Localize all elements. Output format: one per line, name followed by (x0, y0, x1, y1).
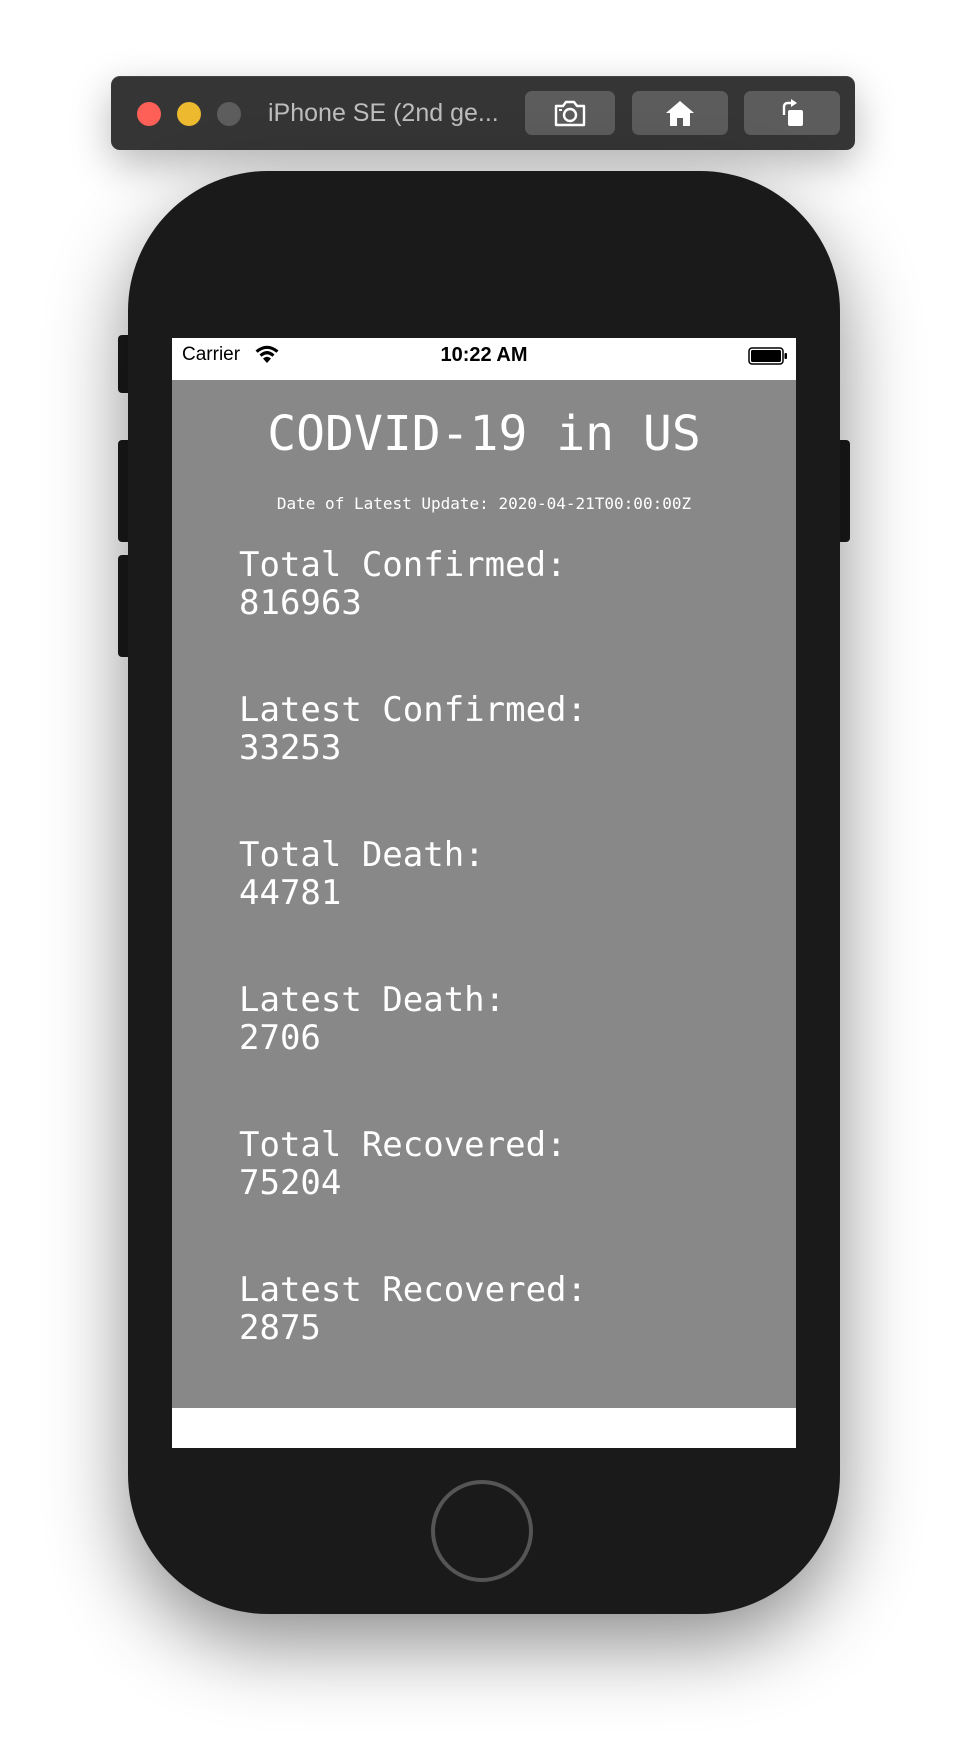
stat-total-recovered: Total Recovered: 75204 (239, 1126, 567, 1202)
stat-value: 75204 (239, 1163, 342, 1203)
stat-value: 33253 (239, 728, 342, 768)
screenshot-button[interactable] (525, 91, 615, 135)
home-icon (666, 101, 694, 126)
minimize-window-button[interactable] (177, 102, 201, 126)
stat-value: 2706 (239, 1018, 321, 1058)
status-time: 10:22 AM (440, 344, 528, 366)
stats-view: CODVID-19 in US Date of Latest Update: 2… (172, 380, 796, 1408)
stat-value: 44781 (239, 873, 342, 913)
stat-label: Latest Recovered: (239, 1270, 587, 1310)
stat-total-death: Total Death: 44781 (239, 836, 485, 912)
stat-latest-confirmed: Latest Confirmed: 33253 (239, 691, 587, 767)
latest-update-date: Date of Latest Update: 2020-04-21T00:00:… (276, 494, 692, 513)
zoom-window-button[interactable] (217, 102, 241, 126)
rotate-icon (782, 99, 803, 126)
battery-icon (748, 347, 787, 365)
home-button[interactable] (632, 91, 728, 135)
device-title: iPhone SE (2nd ge... (268, 99, 499, 127)
stat-latest-recovered: Latest Recovered: 2875 (239, 1271, 587, 1347)
rotate-button[interactable] (744, 91, 840, 135)
stat-label: Total Death: (239, 835, 485, 875)
simulator-toolbar: iPhone SE (2nd ge... (111, 76, 855, 150)
bottom-safe-area (172, 1408, 796, 1448)
device-home-button[interactable] (431, 1480, 533, 1582)
page-title: CODVID-19 in US (267, 406, 701, 462)
stat-label: Total Confirmed: (239, 545, 567, 585)
stat-label: Latest Death: (239, 980, 506, 1020)
stat-latest-death: Latest Death: 2706 (239, 981, 505, 1057)
device-screen: Carrier 10:22 AM CODVID-19 in US Date of… (172, 338, 796, 1448)
stat-value: 2875 (239, 1308, 321, 1348)
camera-icon (554, 100, 586, 127)
stat-label: Total Recovered: (239, 1125, 567, 1165)
stat-value: 816963 (239, 583, 362, 623)
stat-total-confirmed: Total Confirmed: 816963 (239, 546, 567, 622)
close-window-button[interactable] (137, 102, 161, 126)
stat-label: Latest Confirmed: (239, 690, 587, 730)
status-bar: Carrier 10:22 AM (172, 338, 796, 380)
